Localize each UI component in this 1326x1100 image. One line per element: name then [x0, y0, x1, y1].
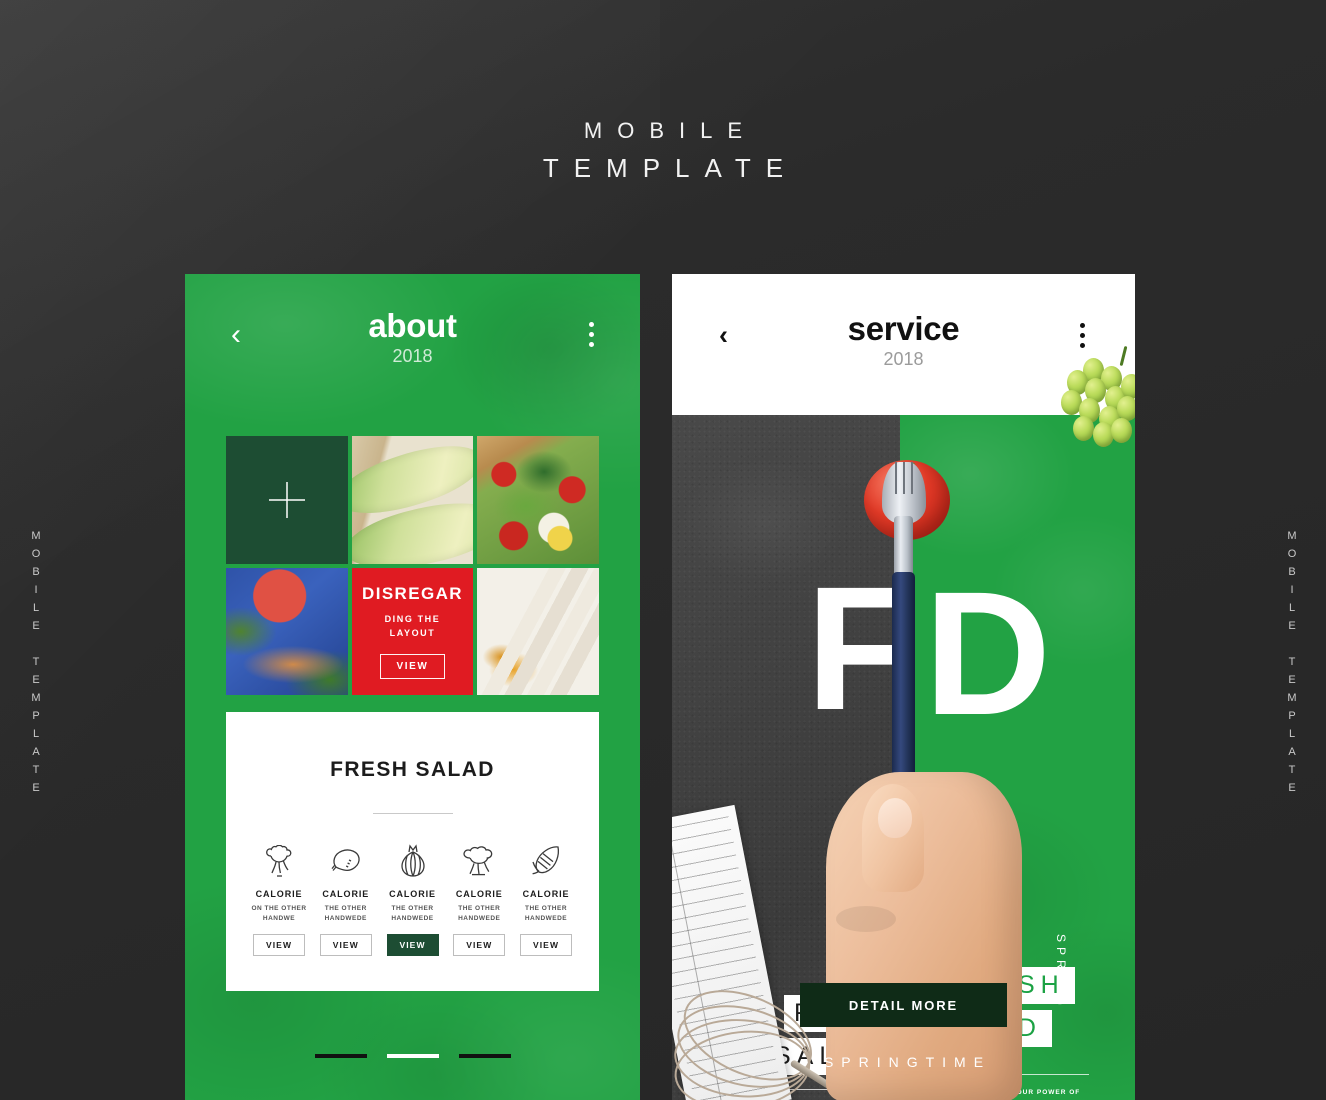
- feature-desc: ON THE OTHER HANDWE: [248, 904, 310, 925]
- feature-desc-line-2: HANDWEDE: [391, 915, 434, 923]
- page-heading: about: [368, 307, 457, 344]
- feature-title: CALORIE: [455, 889, 503, 899]
- feature-desc-line-1: THE OTHER: [524, 905, 568, 912]
- about-screen: ‹ about 2018 DISREGAR DING THE LAYOUT VI…: [185, 274, 640, 1100]
- feature-view-button[interactable]: VIEW: [386, 933, 439, 956]
- kebab-menu-icon[interactable]: [589, 322, 594, 352]
- feature-view-button[interactable]: VIEW: [253, 933, 305, 956]
- feature-desc: THE OTHER HANDWEDE: [382, 904, 444, 925]
- feature-view-button[interactable]: VIEW: [319, 933, 372, 956]
- feature-title: CALORIE: [322, 889, 370, 899]
- feature-desc: THE OTHER HANDWEDE: [448, 904, 510, 925]
- feature-desc-line-2: HANDWE: [262, 915, 296, 923]
- feature-item-onion: CALORIE THE OTHER HANDWEDE VIEW: [382, 843, 444, 956]
- lemon-icon: [315, 843, 377, 879]
- feature-desc: THE OTHER HANDWEDE: [315, 904, 377, 925]
- grid-photo-salad[interactable]: [477, 436, 599, 564]
- feature-desc-line-1: ON THE OTHER: [251, 905, 307, 912]
- feature-title: CALORIE: [255, 889, 303, 899]
- grid-photo-salmon[interactable]: [226, 567, 348, 695]
- feature-desc-line-2: HANDWEDE: [524, 915, 568, 923]
- fork-neck: [894, 516, 913, 580]
- pagination-dash-3[interactable]: [458, 1054, 511, 1058]
- feature-item-corn: CALORIE THE OTHER HANDWEDE VIEW: [515, 843, 577, 956]
- feature-view-button[interactable]: VIEW: [453, 933, 506, 956]
- springtime-caption: SPRINGTIME: [823, 1054, 992, 1070]
- corn-icon: [515, 843, 577, 879]
- kebab-menu-icon[interactable]: [1080, 323, 1085, 353]
- card-heading: FRESH SALAD: [330, 758, 495, 781]
- pagination-dash-2[interactable]: [386, 1054, 439, 1058]
- about-title-block: about 2018: [185, 307, 640, 367]
- onion-icon: [382, 843, 444, 879]
- pagination-dash-1[interactable]: [314, 1054, 367, 1058]
- about-image-grid: DISREGAR DING THE LAYOUT VIEW: [226, 436, 599, 695]
- feature-desc-line-1: THE OTHER: [458, 905, 501, 912]
- page-subheading: 2018: [392, 346, 433, 366]
- grid-photo-avocado[interactable]: [351, 436, 474, 564]
- promo-card: DISREGAR DING THE LAYOUT VIEW: [351, 567, 474, 695]
- feature-item-broccoli: CALORIE THE OTHER HANDWEDE VIEW: [448, 843, 510, 956]
- promo-view-button[interactable]: VIEW: [379, 653, 446, 679]
- fresh-salad-card: FRESH SALAD CALORIE ON THE OTHER HANDWE: [226, 712, 599, 991]
- service-screen: F FRESH SAL SPRING IN A FREE HOUR, WHEN …: [672, 274, 1135, 1100]
- fork-head: [882, 462, 926, 524]
- grapes-image: [1057, 345, 1135, 448]
- promo-subtitle: DING THE LAYOUT: [385, 613, 441, 641]
- grid-photo-tofu[interactable]: [477, 567, 599, 695]
- side-label-right: MOBILE TEMPLATE: [1286, 530, 1298, 800]
- feature-desc-line-1: THE OTHER: [391, 905, 434, 912]
- plus-icon: [268, 481, 305, 518]
- feature-item-cauliflower: CALORIE ON THE OTHER HANDWE VIEW: [248, 843, 310, 956]
- feature-desc-line-2: HANDWEDE: [324, 915, 367, 923]
- pagination: [185, 1054, 640, 1058]
- feature-item-lemon: CALORIE THE OTHER HANDWEDE VIEW: [315, 843, 377, 956]
- add-photo-tile[interactable]: [226, 436, 348, 564]
- promo-subtitle-line-2: LAYOUT: [389, 627, 436, 638]
- hand-image: [826, 772, 1022, 1100]
- broccoli-icon: [448, 843, 510, 879]
- feature-desc-line-1: THE OTHER: [324, 905, 367, 912]
- promo-subtitle-line-1: DING THE: [384, 613, 441, 624]
- promo-title: DISREGAR: [362, 583, 463, 603]
- feature-list: CALORIE ON THE OTHER HANDWE VIEW CALORIE: [226, 843, 599, 956]
- cauliflower-icon: [248, 843, 310, 879]
- feature-desc-line-2: HANDWEDE: [458, 915, 501, 923]
- feature-desc: THE OTHER HANDWEDE: [515, 904, 577, 925]
- card-divider: [372, 813, 453, 814]
- detail-more-button[interactable]: DETAIL MORE: [800, 983, 1007, 1027]
- side-label-left: MOBILE TEMPLATE: [30, 530, 42, 800]
- feature-view-button[interactable]: VIEW: [520, 933, 572, 956]
- feature-title: CALORIE: [522, 889, 570, 899]
- thumb-nail: [878, 798, 912, 838]
- about-topbar: ‹ about 2018: [185, 274, 640, 384]
- page-heading: service: [847, 310, 960, 347]
- feature-title: CALORIE: [389, 889, 436, 899]
